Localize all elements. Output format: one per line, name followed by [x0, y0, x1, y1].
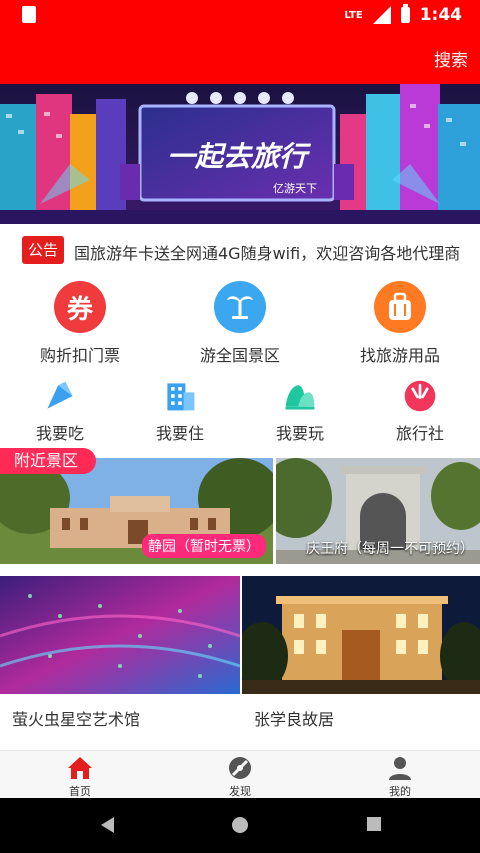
tab-home[interactable]: 首页: [0, 751, 160, 799]
category-stay[interactable]: 我要住: [120, 368, 240, 444]
tab-profile[interactable]: 我的: [320, 751, 480, 799]
attraction-name: 张学良故居: [254, 710, 335, 729]
system-nav-bar: [0, 798, 480, 853]
back-icon[interactable]: [100, 816, 116, 834]
recents-icon[interactable]: [366, 816, 382, 832]
attraction-name: 萤火虫星空艺术馆: [12, 710, 141, 729]
clock: 1:44: [419, 5, 462, 25]
palm-tree-icon: [214, 281, 266, 333]
tab-discover[interactable]: 发现: [160, 751, 320, 799]
food-cone-icon: [47, 381, 73, 409]
secondary-categories: 我要吃 我要住 我要玩 旅行社: [0, 368, 480, 444]
luggage-icon: [374, 281, 426, 333]
home-nav-icon[interactable]: [231, 816, 249, 834]
category-travel-agency[interactable]: 旅行社: [360, 368, 480, 444]
category-eat[interactable]: 我要吃: [0, 368, 120, 444]
tab-label: 发现: [229, 785, 251, 798]
profile-icon: [389, 757, 411, 780]
category-travel-supplies[interactable]: 找旅游用品: [320, 276, 480, 368]
category-label: 我要住: [155, 424, 204, 443]
coupon-glyph: 券: [66, 294, 93, 325]
home-icon: [68, 757, 92, 779]
announcement-text: 国旅游年卡送全网通4G随身wifi，欢迎咨询各地代理商: [74, 244, 461, 263]
search-button[interactable]: 搜索: [434, 46, 468, 71]
attraction-cards: 萤火虫星空艺术馆 张学良故居: [0, 564, 480, 750]
announcement-tag: 公告: [22, 236, 65, 264]
app-bar: 搜索: [0, 30, 480, 84]
banner-illustration: 一起去旅行 亿游天下: [0, 84, 480, 224]
promo-banner[interactable]: 一起去旅行 亿游天下: [0, 84, 480, 224]
attraction-card-firefly[interactable]: 萤火虫星空艺术馆: [0, 576, 240, 750]
nearby-caption: 静园（暂时无票）: [142, 534, 266, 558]
nearby-caption: 庆王府（每周一不可预约）: [306, 541, 474, 557]
nearby-title: 附近景区: [0, 448, 97, 474]
banner-headline: 一起去旅行: [167, 140, 312, 173]
category-label: 游全国景区: [199, 346, 280, 365]
category-label: 找旅游用品: [359, 346, 440, 365]
category-scenic-spots[interactable]: 游全国景区: [160, 276, 320, 368]
firefly-photo: [0, 576, 240, 694]
announcement-bar[interactable]: 公告 国旅游年卡送全网通4G随身wifi，欢迎咨询各地代理商: [0, 224, 480, 276]
banner-subline: 亿游天下: [273, 182, 317, 195]
signal-icon: [372, 6, 391, 24]
nearby-item-qingwangfu[interactable]: 庆王府（每周一不可预约）: [276, 458, 480, 564]
travel-agency-icon: [404, 380, 436, 412]
network-type: LTE: [344, 9, 363, 21]
status-bar: LTE 1:44: [0, 0, 480, 30]
category-play[interactable]: 我要玩: [240, 368, 360, 444]
category-discount-tickets[interactable]: 券 购折扣门票: [0, 276, 160, 368]
zhangxueliang-photo: [242, 576, 480, 694]
primary-categories: 券 购折扣门票 游全国景区 找旅游用品: [0, 276, 480, 368]
battery-icon: [400, 4, 410, 23]
bottom-tab-bar: 首页 发现 我的: [0, 750, 480, 799]
category-label: 购折扣门票: [39, 346, 120, 365]
tab-label: 我的: [389, 785, 411, 798]
category-label: 旅行社: [395, 424, 444, 443]
hotel-building-icon: [167, 383, 195, 411]
nearby-section: 附近景区 静园（暂时无票） 庆王府（每周一不可预约）: [0, 444, 480, 564]
discover-icon: [229, 757, 251, 779]
tab-label: 首页: [69, 785, 91, 798]
mountain-icon: [285, 385, 315, 410]
category-label: 我要吃: [35, 424, 84, 443]
attraction-card-zhangxueliang[interactable]: 张学良故居: [242, 576, 480, 750]
category-label: 我要玩: [275, 424, 324, 443]
sd-card-icon: [22, 6, 36, 23]
ticket-coupon-icon: 券: [54, 281, 106, 333]
